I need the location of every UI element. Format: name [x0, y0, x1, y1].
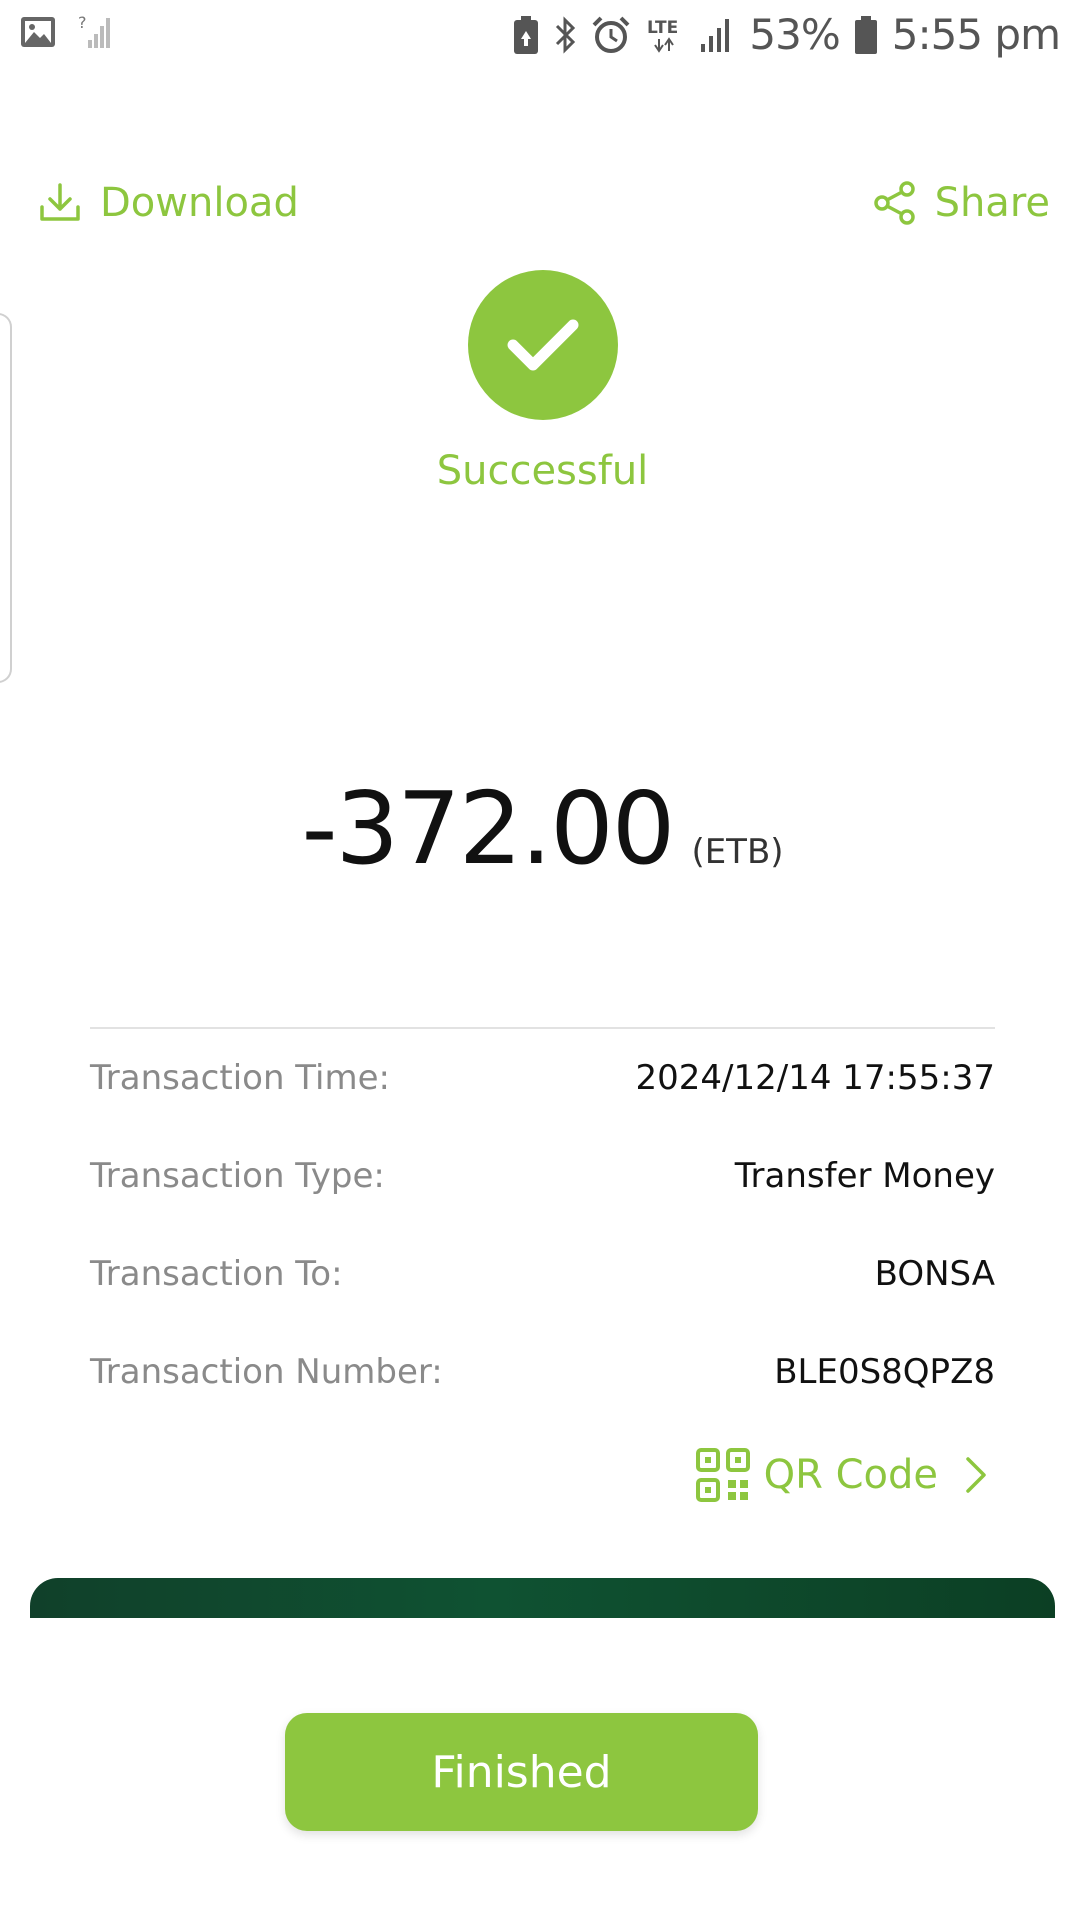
lte-text: LTE [647, 18, 678, 38]
detail-row-to: Transaction To: BONSA [90, 1254, 995, 1352]
success-badge [468, 270, 618, 420]
detail-row-type: Transaction Type: Transfer Money [90, 1156, 995, 1254]
sim-unknown-text: ? [78, 14, 87, 32]
detail-value: Transfer Money [734, 1156, 995, 1196]
check-icon [503, 315, 583, 375]
no-signal-icon: ? [78, 14, 112, 50]
download-label: Download [100, 180, 299, 226]
detail-label: Transaction Number: [90, 1352, 443, 1392]
signal-icon [699, 16, 735, 54]
detail-label: Transaction To: [90, 1254, 343, 1294]
status-bar: ? LTE 53% 5:55 pm [0, 0, 1080, 74]
battery-icon [854, 15, 878, 55]
download-button[interactable]: Download [38, 180, 299, 226]
download-icon [38, 181, 82, 225]
battery-percent: 53% [749, 10, 840, 59]
detail-label: Transaction Time: [90, 1058, 390, 1098]
clock: 5:55 pm [891, 10, 1061, 59]
amount-display: -372.00 (ETB) [0, 770, 1080, 887]
share-icon [873, 181, 917, 225]
transaction-details: Transaction Time: 2024/12/14 17:55:37 Tr… [90, 1058, 995, 1450]
side-panel-handle[interactable] [0, 313, 12, 683]
finished-button[interactable]: Finished [285, 1713, 758, 1831]
detail-row-number: Transaction Number: BLE0S8QPZ8 [90, 1352, 995, 1450]
amount-currency: (ETB) [691, 832, 784, 872]
qr-code-link[interactable]: QR Code [695, 1448, 988, 1502]
qr-code-label: QR Code [763, 1452, 938, 1498]
share-button[interactable]: Share [873, 180, 1050, 226]
divider [90, 1027, 995, 1029]
status-label: Successful [436, 448, 649, 494]
detail-value: BLE0S8QPZ8 [774, 1352, 995, 1392]
amount-value: -372.00 [301, 770, 675, 887]
lte-icon: LTE [645, 15, 685, 55]
battery-saver-icon [513, 15, 539, 55]
chevron-right-icon [964, 1455, 988, 1495]
qr-code-icon [695, 1448, 750, 1502]
detail-value: 2024/12/14 17:55:37 [635, 1058, 995, 1098]
share-label: Share [934, 180, 1050, 226]
gallery-icon [20, 16, 56, 48]
alarm-icon [591, 15, 631, 55]
detail-row-time: Transaction Time: 2024/12/14 17:55:37 [90, 1058, 995, 1156]
detail-value: BONSA [874, 1254, 995, 1294]
bottom-panel-edge [30, 1578, 1055, 1618]
detail-label: Transaction Type: [90, 1156, 385, 1196]
bluetooth-icon [553, 15, 577, 55]
